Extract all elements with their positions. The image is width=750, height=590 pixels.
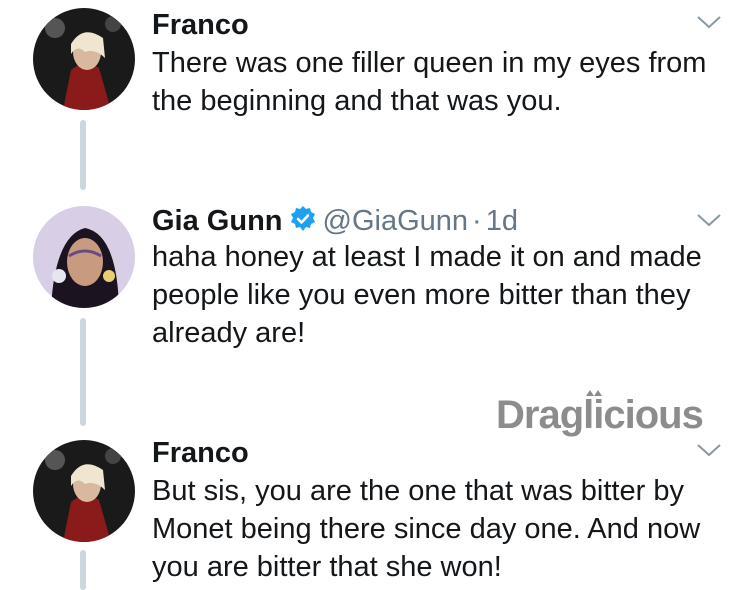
draglicious-watermark-logo: Draglicious bbox=[496, 390, 704, 437]
svg-text:Draglicious: Draglicious bbox=[496, 393, 703, 437]
thread-line bbox=[80, 120, 86, 190]
tweet-text: But sis, you are the one that was bitter… bbox=[152, 475, 701, 583]
tweet-header: Franco bbox=[152, 436, 249, 470]
thread-line bbox=[80, 550, 86, 590]
meta-separator: · bbox=[472, 205, 482, 237]
tweet-franco-1[interactable]: Franco There was one filler queen in my … bbox=[0, 0, 750, 200]
tweet-franco-2[interactable]: Franco But sis, you are the one that was… bbox=[0, 430, 750, 590]
gia-gunn-avatar-image bbox=[33, 206, 135, 308]
chevron-down-icon[interactable] bbox=[696, 14, 722, 30]
chevron-down-icon[interactable] bbox=[696, 212, 722, 228]
avatar-franco[interactable] bbox=[33, 8, 135, 110]
franco-avatar-image bbox=[33, 8, 135, 110]
verified-badge-icon bbox=[290, 206, 315, 231]
franco-avatar-image bbox=[33, 440, 135, 542]
thread-line bbox=[80, 318, 86, 426]
author-handle[interactable]: @GiaGunn bbox=[323, 205, 469, 237]
author-name[interactable]: Franco bbox=[152, 437, 249, 469]
tweet-text: haha honey at least I made it on and mad… bbox=[152, 241, 702, 349]
tweet-text: There was one filler queen in my eyes fr… bbox=[152, 47, 707, 117]
tweet-header: Franco bbox=[152, 8, 249, 42]
timestamp[interactable]: 1d bbox=[486, 205, 518, 237]
author-name[interactable]: Franco bbox=[152, 9, 249, 41]
avatar-gia-gunn[interactable] bbox=[33, 206, 135, 308]
author-name[interactable]: Gia Gunn bbox=[152, 205, 283, 237]
avatar-franco[interactable] bbox=[33, 440, 135, 542]
tweet-header: Gia Gunn @GiaGunn · 1d bbox=[152, 204, 518, 238]
